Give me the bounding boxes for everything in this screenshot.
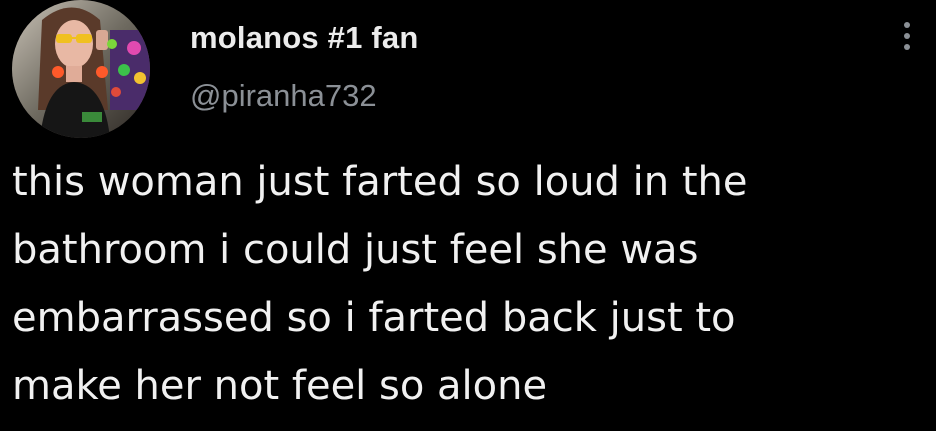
more-vertical-icon-dot: [904, 33, 910, 39]
tweet-card: molanos #1 fan @piranha732 this woman ju…: [0, 0, 936, 431]
author-avatar[interactable]: [12, 0, 150, 138]
more-options-button[interactable]: [890, 14, 924, 58]
author-handle[interactable]: @piranha732: [190, 78, 377, 114]
author-display-name[interactable]: molanos #1 fan: [190, 20, 418, 56]
avatar-photo-icon: [12, 0, 150, 138]
tweet-text: this woman just farted so loud in the ba…: [12, 159, 748, 409]
more-vertical-icon-dot: [904, 44, 910, 50]
more-vertical-icon: [904, 22, 910, 28]
